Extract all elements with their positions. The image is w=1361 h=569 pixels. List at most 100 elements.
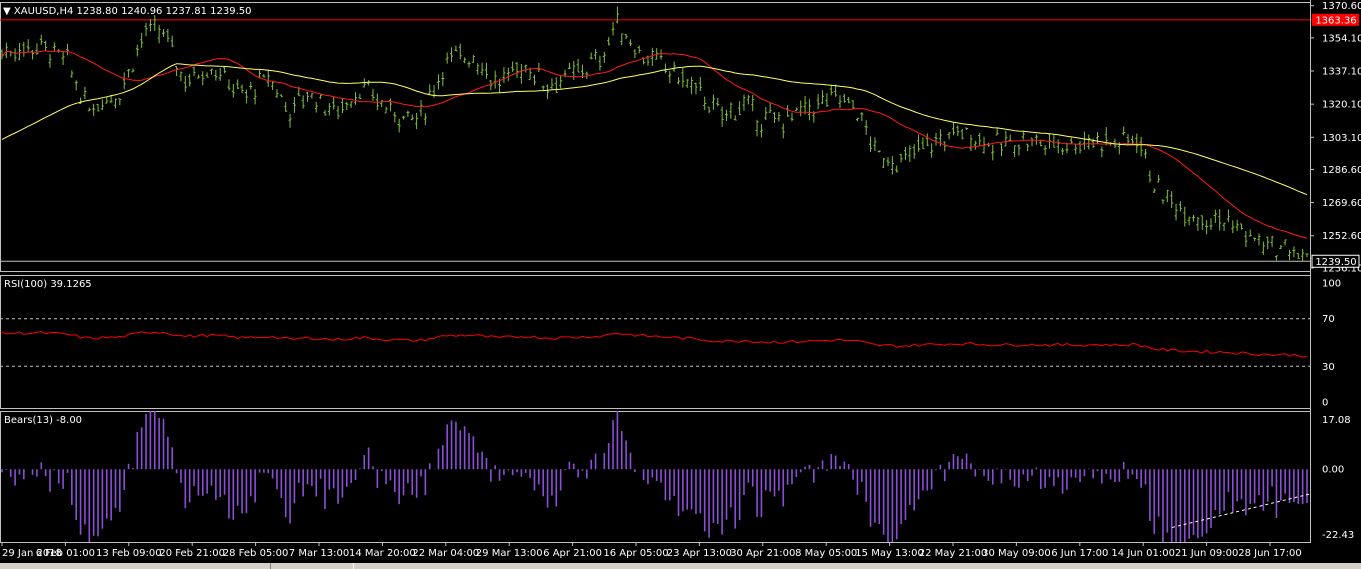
price-bar	[1039, 140, 1043, 147]
price-bar	[301, 95, 305, 109]
dropdown-arrow-icon[interactable]: ▼	[3, 6, 11, 17]
price-bar	[930, 143, 934, 158]
price-bar	[454, 45, 458, 52]
price-bar	[912, 144, 916, 159]
price-bar	[1192, 214, 1196, 222]
price-bar	[1226, 209, 1230, 223]
price-bar	[1266, 236, 1270, 250]
price-bar	[227, 79, 231, 91]
price-bar	[541, 85, 545, 91]
price-bar	[480, 62, 484, 76]
price-bar	[764, 106, 768, 120]
price-bar	[1274, 255, 1278, 261]
rsi-level-label: 100	[1322, 279, 1341, 290]
price-bar	[637, 45, 641, 54]
price-bar	[266, 69, 270, 87]
price-bar	[663, 63, 667, 74]
price-bar	[415, 113, 419, 130]
price-bar	[436, 74, 440, 90]
rsi-line	[1, 331, 1308, 358]
price-bar	[602, 51, 606, 63]
bears-label: Bears(13) -8.00	[4, 415, 83, 426]
price-bar	[205, 72, 209, 78]
price-bar	[559, 75, 563, 89]
chart-tab[interactable]	[270, 563, 354, 569]
price-bar	[633, 49, 637, 59]
price-bar	[1017, 144, 1021, 156]
price-bar	[450, 47, 454, 63]
time-tick-label: 8 May 05:00	[795, 548, 857, 559]
price-bar	[886, 157, 890, 167]
price-bar	[92, 103, 96, 116]
price-bar	[1178, 201, 1182, 212]
price-bar	[703, 96, 707, 111]
price-bar	[61, 50, 65, 65]
price-bar	[345, 101, 349, 110]
price-bar	[74, 80, 78, 91]
price-bar	[1235, 219, 1239, 232]
price-bar	[1152, 188, 1156, 193]
price-bar	[659, 49, 663, 60]
price-bar	[677, 77, 681, 85]
price-bar	[323, 110, 327, 116]
price-bar	[1074, 144, 1078, 155]
price-bar	[694, 82, 698, 95]
price-bar	[768, 102, 772, 113]
price-bar	[869, 136, 873, 152]
price-bar	[1253, 237, 1257, 241]
price-bar	[816, 94, 820, 110]
price-bar	[794, 107, 798, 112]
time-tick-label: 14 Jun 01:00	[1111, 548, 1175, 559]
price-bar	[349, 101, 353, 108]
price-bar	[825, 93, 829, 107]
price-bar	[175, 66, 179, 77]
price-bar	[786, 105, 790, 118]
price-bar	[384, 106, 388, 114]
price-bar	[1026, 143, 1030, 152]
price-bar	[502, 67, 506, 83]
moving-average-fast	[1, 50, 1308, 239]
price-bar	[903, 146, 907, 160]
price-bar	[1196, 216, 1200, 231]
price-bar	[127, 69, 131, 78]
price-bar	[1240, 223, 1244, 230]
price-bar	[1305, 253, 1309, 258]
price-bar	[711, 94, 715, 110]
time-tick-label: 28 Jun 17:00	[1238, 548, 1302, 559]
time-tick-label: 6 Feb 01:00	[36, 548, 95, 559]
price-bar	[113, 98, 117, 109]
symbol-header: ▼ XAUUSD,H4 1238.80 1240.96 1237.81 1239…	[3, 6, 251, 17]
price-bar	[1261, 241, 1265, 255]
price-bar	[310, 92, 314, 99]
price-bar	[690, 76, 694, 95]
price-bar	[271, 80, 275, 90]
price-bar	[799, 100, 803, 117]
price-bar	[554, 77, 558, 93]
price-bar	[380, 100, 384, 108]
chart-tab-bar	[0, 563, 1361, 569]
price-bar	[192, 66, 196, 77]
price-bar	[17, 42, 21, 61]
price-bar	[493, 70, 497, 89]
price-bar	[1248, 229, 1252, 237]
bears-histogram	[1, 411, 1308, 542]
price-bar	[895, 165, 899, 173]
price-bar	[607, 37, 611, 46]
price-tick-label: 1252.60	[1322, 231, 1361, 242]
price-bar	[572, 61, 576, 80]
price-bar	[166, 28, 170, 42]
price-bar	[755, 119, 759, 137]
symbol-name: XAUUSD,H4	[13, 6, 74, 17]
current-price-label: 1239.50	[1315, 257, 1356, 268]
price-bar	[973, 140, 977, 150]
price-bar	[1165, 189, 1169, 203]
price-bar	[738, 101, 742, 116]
price-bar	[550, 78, 554, 90]
chart-canvas[interactable]: 1370.60 1354.10 1337.10 1320.10 1303.10 1286.…	[0, 0, 1361, 569]
price-bar	[484, 62, 488, 79]
price-bar	[358, 93, 362, 99]
time-tick-label: 15 May 13:00	[855, 548, 924, 559]
price-bar	[306, 91, 310, 102]
time-tick-label: 22 May 21:00	[919, 548, 988, 559]
price-bar	[1087, 134, 1091, 150]
